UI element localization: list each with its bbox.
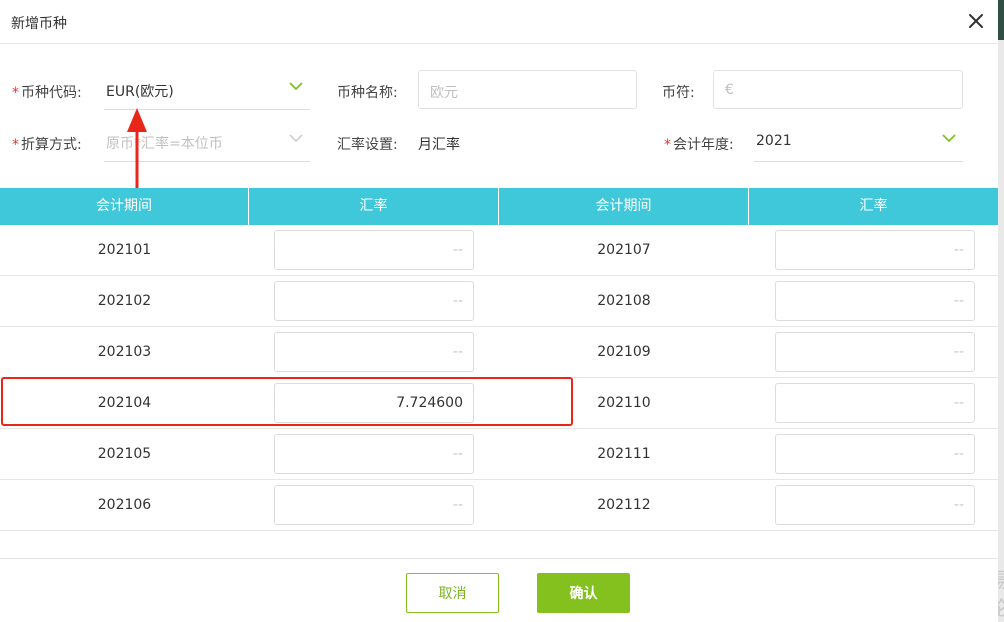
period-cell: 202110 xyxy=(597,395,651,411)
column-header-rate: 汇率 xyxy=(249,188,499,225)
rate-input[interactable] xyxy=(274,434,474,474)
rate-setting-label: 汇率设置: xyxy=(337,137,398,153)
rate-input[interactable] xyxy=(274,383,474,423)
conversion-method-label: * 折算方式: xyxy=(12,137,82,153)
period-cell: 202109 xyxy=(597,344,651,360)
period-cell: 202103 xyxy=(97,344,152,360)
currency-name-label: 币种名称: xyxy=(337,85,398,101)
exchange-rate-table: 会计期间 汇率 会计期间 汇率 202101 202107 202102 202108… xyxy=(0,188,998,531)
currency-code-label: * 币种代码: xyxy=(12,85,82,101)
period-cell: 202107 xyxy=(597,242,651,258)
chevron-down-icon xyxy=(942,134,956,143)
rate-input[interactable] xyxy=(775,230,975,270)
confirm-button[interactable]: 确认 xyxy=(537,573,630,613)
rate-input[interactable] xyxy=(274,485,474,525)
dialog-header: 新增币种 xyxy=(0,0,998,44)
period-cell: 202104 xyxy=(97,395,152,411)
close-icon[interactable] xyxy=(964,9,988,33)
period-cell: 202112 xyxy=(597,497,651,513)
table-row: 202101 202107 xyxy=(0,225,998,276)
column-header-period: 会计期间 xyxy=(499,188,749,225)
rate-input[interactable] xyxy=(775,485,975,525)
table-row: 202102 202108 xyxy=(0,276,998,327)
add-currency-dialog: 新增币种 * 币种代码: EUR(欧元) 币种名称: 欧元 币符: € * 折算方式… xyxy=(0,0,998,622)
period-cell: 202101 xyxy=(97,242,152,258)
chevron-down-icon xyxy=(289,134,303,143)
fiscal-year-label: * 会计年度: xyxy=(664,137,734,153)
fiscal-year-select[interactable]: 2021 xyxy=(754,122,963,162)
rate-input[interactable] xyxy=(775,332,975,372)
rate-input[interactable] xyxy=(775,383,975,423)
rate-input[interactable] xyxy=(274,332,474,372)
conversion-method-select[interactable]: 原币*汇率=本位币 xyxy=(104,122,310,162)
period-cell: 202111 xyxy=(597,446,651,462)
chevron-down-icon xyxy=(289,82,303,91)
period-cell: 202108 xyxy=(597,293,651,309)
rate-input[interactable] xyxy=(274,281,474,321)
rate-input[interactable] xyxy=(775,281,975,321)
rate-input[interactable] xyxy=(274,230,474,270)
currency-name-placeholder: 欧元 xyxy=(430,85,458,101)
currency-name-input[interactable]: 欧元 xyxy=(418,70,637,109)
cancel-button[interactable]: 取消 xyxy=(406,573,499,613)
table-row: 202105 202111 xyxy=(0,429,998,480)
conversion-method-value: 原币*汇率=本位币 xyxy=(106,136,223,152)
required-mark: * xyxy=(12,137,19,153)
fiscal-year-value: 2021 xyxy=(756,133,792,149)
symbol-label: 币符: xyxy=(662,85,695,101)
dialog-footer: 取消 确认 xyxy=(0,558,998,622)
symbol-input[interactable]: € xyxy=(713,70,963,109)
table-body: 2021012021072021022021082021032021092021… xyxy=(0,225,998,531)
currency-code-select[interactable]: EUR(欧元) xyxy=(104,70,310,110)
background-window-edge xyxy=(998,0,1004,622)
table-row: 202103 202109 xyxy=(0,327,998,378)
column-header-rate: 汇率 xyxy=(859,198,888,214)
table-header: 会计期间 汇率 会计期间 汇率 xyxy=(0,188,998,225)
period-cell: 202102 xyxy=(97,293,152,309)
currency-code-value: EUR(欧元) xyxy=(106,84,174,100)
rate-setting-value: 月汇率 xyxy=(418,137,460,153)
required-mark: * xyxy=(12,85,19,101)
table-row: 202106 202112 xyxy=(0,480,998,531)
period-cell: 202105 xyxy=(97,446,152,462)
dialog-title: 新增币种 xyxy=(11,16,67,32)
column-header-period: 会计期间 xyxy=(0,188,249,225)
table-row: 202104 202110 xyxy=(0,378,998,429)
symbol-placeholder: € xyxy=(725,82,734,98)
period-cell: 202106 xyxy=(97,497,152,513)
rate-input[interactable] xyxy=(775,434,975,474)
required-mark: * xyxy=(664,137,671,153)
